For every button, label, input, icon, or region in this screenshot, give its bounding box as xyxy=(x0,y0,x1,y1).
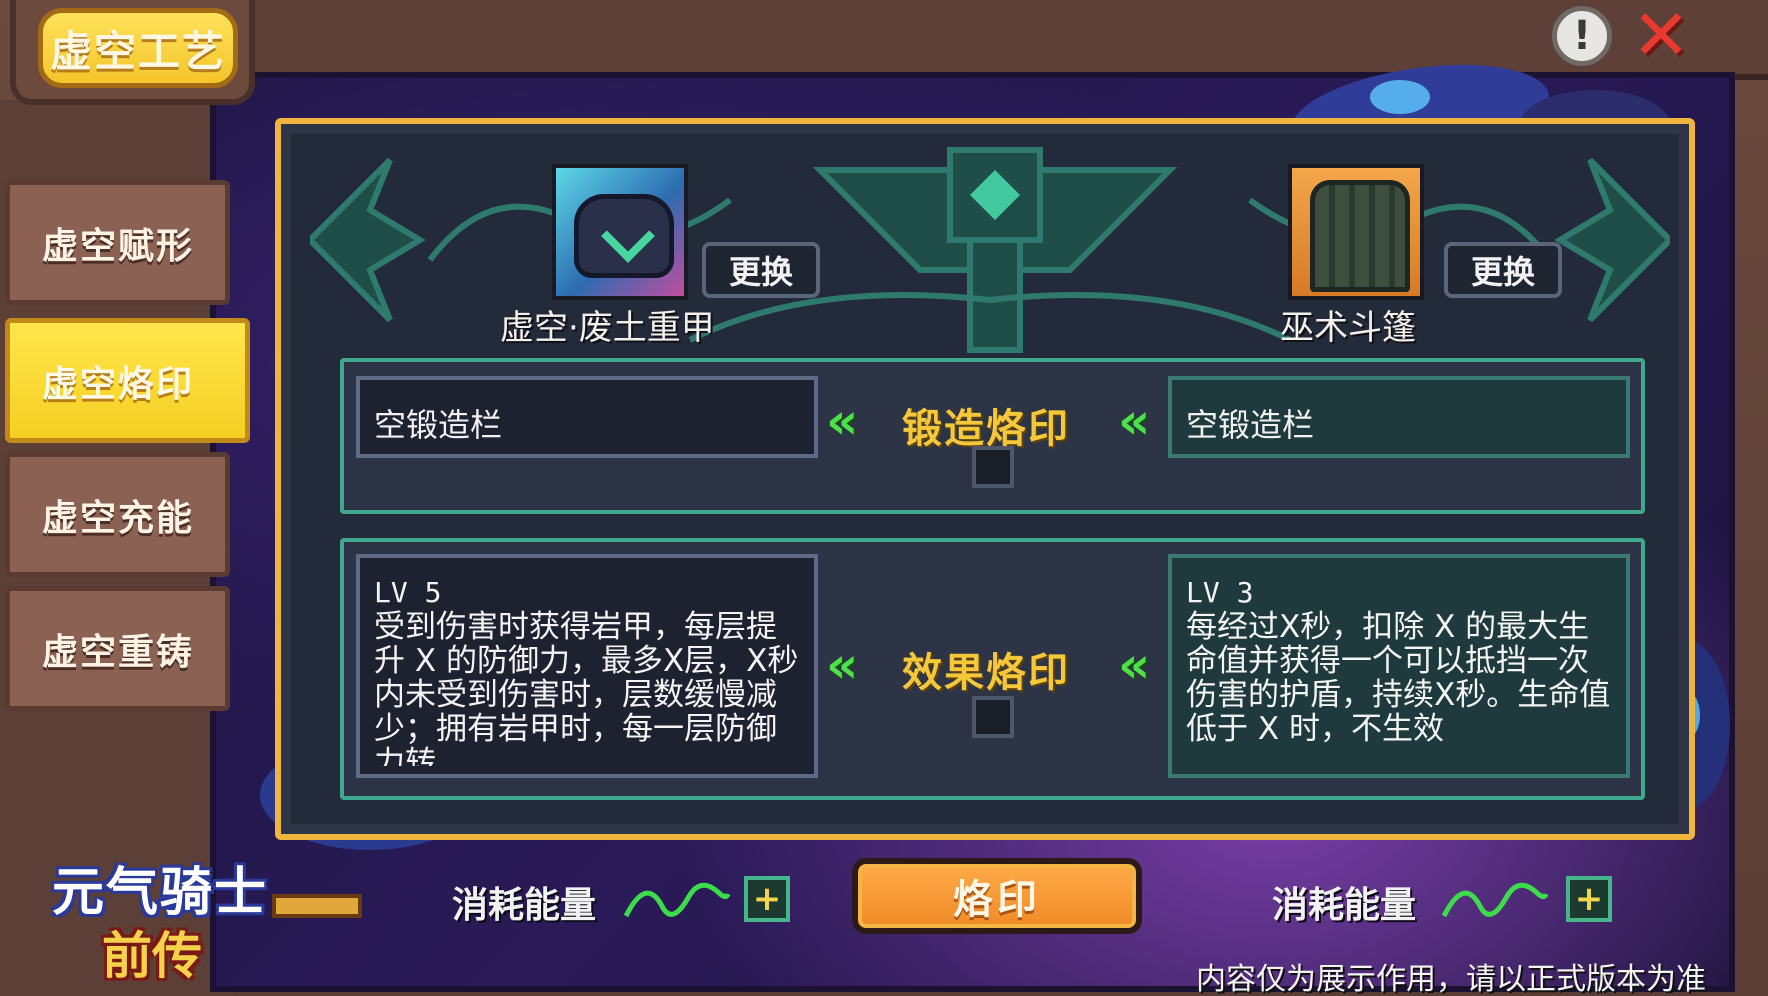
chevron-left-icon: « xyxy=(1118,392,1151,450)
chevron-left-icon: « xyxy=(826,392,859,450)
energy-cost-label-right: 消耗能量 xyxy=(1272,885,1417,926)
title-tag: 虚空工艺 xyxy=(10,0,255,105)
logo-line-1: 元气骑士 xyxy=(52,863,269,923)
energy-swirl-icon xyxy=(1441,882,1549,918)
logo-line-2: 前传 xyxy=(102,927,202,985)
effect-toggle-slot[interactable] xyxy=(972,696,1014,738)
tab-void-imprint[interactable]: 虚空烙印 xyxy=(5,318,250,443)
add-energy-button-left[interactable]: + xyxy=(744,876,790,922)
cloak-icon xyxy=(1310,180,1410,292)
tab-label: 虚空充能 xyxy=(42,497,195,539)
disclaimer-text: 内容仅为展示作用，请以正式版本为准 xyxy=(1196,962,1706,996)
page-title: 虚空工艺 xyxy=(38,8,238,88)
right-effect-box[interactable]: LV 3 每经过X秒，扣除 X 的最大生命值并获得一个可以抵挡一次伤害的护盾，持续… xyxy=(1168,554,1630,778)
chevron-left-icon: « xyxy=(1118,636,1151,694)
add-energy-button-right[interactable]: + xyxy=(1566,876,1612,922)
close-icon[interactable]: ✕ xyxy=(1630,0,1692,70)
forge-slot-label: 空锻造栏 xyxy=(374,406,503,444)
energy-swirl-icon xyxy=(623,882,731,918)
left-item-slot[interactable] xyxy=(552,164,688,300)
effect-level: LV 5 xyxy=(374,576,442,609)
tab-label: 虚空重铸 xyxy=(42,631,195,673)
game-logo: 元气骑士 前传 xyxy=(22,842,362,992)
right-item-name: 巫术斗篷 xyxy=(1280,308,1416,348)
tab-label: 虚空烙印 xyxy=(42,363,195,405)
imprint-button[interactable]: 烙印 xyxy=(852,858,1142,934)
exclamation-icon[interactable]: ! xyxy=(1552,6,1612,66)
right-effect-description: LV 3 每经过X秒，扣除 X 的最大生命值并获得一个可以抵挡一次伤害的护盾，持续… xyxy=(1186,576,1616,766)
left-effect-description: LV 5 受到伤害时获得岩甲，每层提升 X 的防御力，最多X层，X秒内未受到伤害时… xyxy=(374,576,804,766)
forge-slot-label: 空锻造栏 xyxy=(1186,406,1315,444)
tab-void-recast[interactable]: 虚空重铸 xyxy=(5,586,230,711)
tab-void-charge[interactable]: 虚空充能 xyxy=(5,452,230,577)
effect-imprint-label: 效果烙印 xyxy=(902,650,1070,696)
left-item-name: 虚空·废土重甲 xyxy=(500,308,715,348)
effect-level: LV 3 xyxy=(1186,576,1254,609)
left-forge-slot[interactable]: 空锻造栏 xyxy=(356,376,818,458)
top-bar xyxy=(240,0,1768,80)
tab-label: 虚空赋形 xyxy=(42,225,195,267)
forge-toggle-slot[interactable] xyxy=(972,446,1014,488)
effect-text: 每经过X秒，扣除 X 的最大生命值并获得一个可以抵挡一次伤害的护盾，持续X秒。生… xyxy=(1186,609,1611,747)
right-forge-slot[interactable]: 空锻造栏 xyxy=(1168,376,1630,458)
energy-cost-label-left: 消耗能量 xyxy=(452,885,597,926)
chevron-left-icon: « xyxy=(826,636,859,694)
heavy-armor-icon xyxy=(574,194,674,278)
tab-void-shaping[interactable]: 虚空赋形 xyxy=(5,180,230,305)
left-effect-box[interactable]: LV 5 受到伤害时获得岩甲，每层提升 X 的防御力，最多X层，X秒内未受到伤害时… xyxy=(356,554,818,778)
glow-decoration xyxy=(1370,80,1430,114)
right-item-slot[interactable] xyxy=(1288,164,1424,300)
swap-left-button[interactable]: 更换 xyxy=(702,242,820,298)
sword-icon xyxy=(272,894,362,918)
effect-text: 受到伤害时获得岩甲，每层提升 X 的防御力，最多X层，X秒内未受到伤害时，层数缓… xyxy=(374,609,799,766)
swap-right-button[interactable]: 更换 xyxy=(1444,242,1562,298)
